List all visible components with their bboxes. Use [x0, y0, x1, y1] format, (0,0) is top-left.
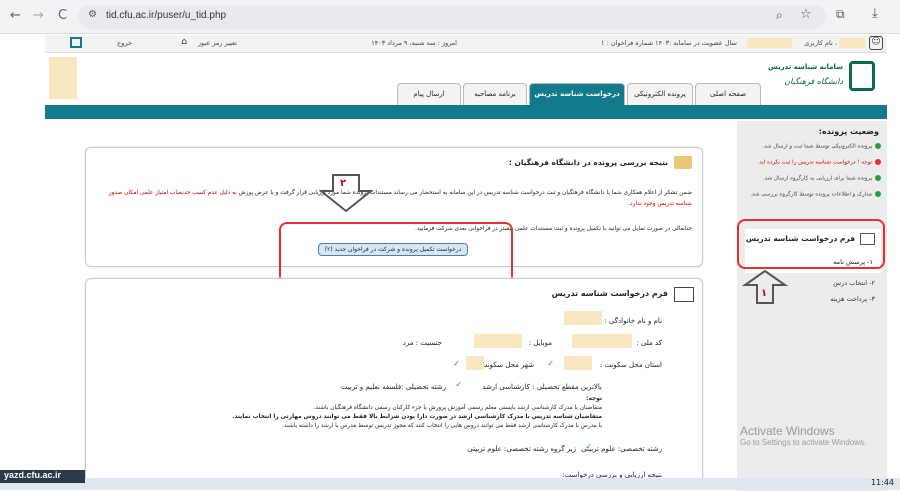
national-code-label: کد ملی : [636, 339, 662, 347]
mobile-field [474, 334, 522, 348]
reload-button[interactable]: C [58, 8, 67, 23]
national-code-field [572, 334, 632, 348]
result-text: ضمن تشکر از اعلام همکاری شما با دانشگاه … [108, 190, 692, 207]
zoom-icon[interactable]: ⌕ [776, 8, 783, 23]
menu-item-payment[interactable]: ۳- پرداخت هزینه [830, 295, 875, 303]
subgroup-label: زیر گروه رشته تخصصی: علوم تربیتی [467, 445, 576, 453]
folder-icon [674, 156, 692, 169]
check-icon [875, 175, 881, 181]
status-item: پرونده شما برای ارزیابی به کارگروه ارسال… [763, 175, 881, 182]
forward-button[interactable]: → [33, 8, 44, 23]
specialty-label: رشته تخصصی: علوم تربیتی [581, 445, 662, 453]
download-icon[interactable]: ⤓ [872, 6, 878, 21]
check-icon: ✓ [585, 442, 592, 451]
form-title: فرم درخواست شناسه تدریس [551, 289, 668, 298]
username-value [839, 38, 865, 48]
main-tabs: صفحه اصلی پرونده الکترونیکی درخواست شناس… [45, 83, 887, 105]
url-text: tid.cfu.ac.ir/puser/u_tid.php [106, 10, 227, 21]
tab-teaching-id-request[interactable]: درخواست شناسه تدریس [529, 83, 625, 105]
province-label: استان محل سکونت : [600, 361, 662, 369]
username-label: ، نام کاربری [804, 39, 837, 47]
status-item: توجه ! درخواست شناسه تدریس را ثبت نکرده … [758, 159, 881, 166]
city-field [466, 356, 484, 370]
check-icon: ✓ [453, 359, 460, 368]
annotation-number-1: ۱ [761, 288, 768, 299]
user-icon: ☺ [869, 36, 883, 50]
annotation-arrow-up [741, 269, 789, 304]
mobile-label: موبایل : [528, 339, 552, 347]
field-of-study-label: رشته تحصیلی :فلسفه تعلیم و تربیت [340, 383, 446, 391]
site-info-icon[interactable]: ⚙ [88, 9, 97, 20]
degree-label: بالاترین مقطع تحصیلی : کارشناسی ارشد [482, 383, 602, 391]
tab-electronic-file[interactable]: پرونده الکترونیکی [627, 83, 693, 105]
today-date: امروز : سه شنبه، ۹ مرداد ۱۴۰۳ [371, 39, 457, 47]
change-password-link[interactable]: تغییر رمز عبور [198, 39, 237, 47]
province-field [564, 356, 592, 370]
bookmark-star-icon[interactable]: ☆ [800, 7, 812, 22]
exit-icon[interactable] [70, 37, 82, 48]
annotation-number-2: ۲ [340, 178, 347, 189]
clock: 11:44 [870, 478, 894, 487]
name-label: نام و نام خانوادگی : [604, 317, 662, 325]
user-info-strip: ☺ ، نام کاربری سال عضویت در سامانه :۱۴۰۳… [45, 35, 887, 53]
site-watermark: yazd.cfu.ac.ir [0, 470, 85, 483]
request-form-card: فرم درخواست شناسه تدریس نام و نام خانواد… [85, 278, 703, 488]
tab-content-bar [45, 105, 887, 119]
site-page: ☺ ، نام کاربری سال عضویت در سامانه :۱۴۰۳… [45, 35, 887, 491]
taskbar: 11:44 [0, 478, 900, 490]
check-icon: ✓ [547, 359, 554, 368]
form-card-icon [674, 287, 694, 302]
membership-info: سال عضویت در سامانه :۱۴۰۳ شماره فراخوان … [601, 39, 737, 47]
lock-icon: ⌂ [181, 37, 187, 47]
back-button[interactable]: ← [10, 8, 21, 23]
check-icon [875, 143, 881, 149]
status-item: پرونده الکترونیکی توسط شما ثبت و ارسال ش… [762, 143, 881, 150]
result-title: نتیجه بررسی پرونده در دانشگاه فرهنگیان : [508, 158, 668, 167]
activate-windows-watermark: Activate Windows Go to Settings to activ… [740, 424, 867, 447]
status-item: مدارک و اطلاعات پرونده توسط کارگروه بررس… [750, 191, 881, 198]
city-label: شهر محل سکونت : [476, 361, 534, 369]
sidebar-title: وضعیت پرونده: [818, 127, 879, 136]
tab-interview-schedule[interactable]: برنامه مصاحبه [463, 83, 527, 105]
gender-label: جنسیت : مرد [402, 339, 442, 347]
tab-send-message[interactable]: ارسال پیام [397, 83, 461, 105]
menu-item-select-course[interactable]: ۲- انتخاب درس [833, 279, 875, 287]
warning-icon [875, 159, 881, 165]
extensions-icon[interactable]: ⧉ [836, 7, 845, 22]
name-value [747, 38, 792, 48]
tab-home[interactable]: صفحه اصلی [695, 83, 761, 105]
check-icon [875, 191, 881, 197]
check-icon: ✓ [455, 380, 462, 389]
browser-toolbar: ← → C ⚙ tid.cfu.ac.ir/puser/u_tid.php ⌕ … [0, 0, 900, 34]
name-field [564, 311, 602, 325]
exit-link[interactable]: خروج [117, 39, 132, 47]
annotation-box-1 [737, 219, 885, 269]
logo-title: سامانه شناسه تدریس [768, 63, 843, 71]
form-notes: توجه: متقاضیان با مدرک کارشناسی ارشد بای… [232, 396, 602, 429]
